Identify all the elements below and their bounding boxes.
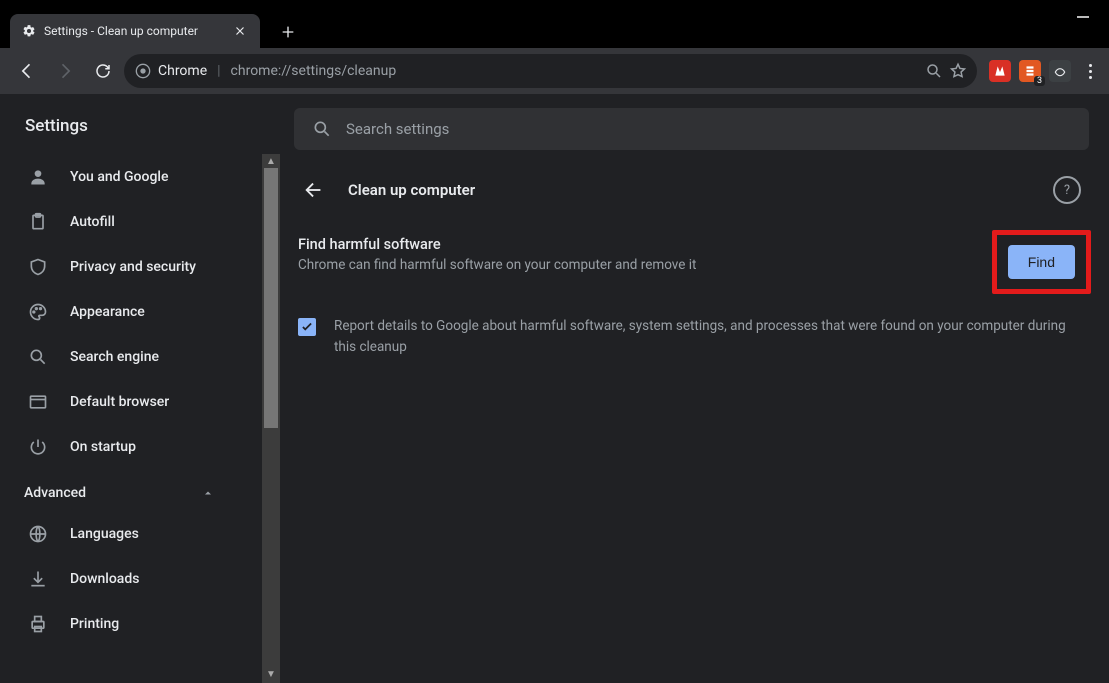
sidebar-item-printing[interactable]: Printing [0, 601, 262, 646]
sidebar-title: Settings [0, 94, 280, 154]
sidebar-item-on-startup[interactable]: On startup [0, 424, 262, 469]
sidebar-item-you-and-google[interactable]: You and Google [0, 154, 262, 199]
omnibox-url: chrome://settings/cleanup [231, 63, 397, 79]
sidebar-item-label: Printing [70, 616, 119, 632]
help-button[interactable]: ? [1053, 176, 1081, 204]
settings-app: Settings You and Google Autofill [0, 94, 1109, 683]
find-button-highlight: Find [992, 230, 1091, 294]
globe-icon [28, 524, 48, 544]
tab-close-button[interactable] [232, 23, 248, 39]
browser-icon [28, 392, 48, 412]
page-back-button[interactable] [300, 176, 328, 204]
bookmark-star-icon[interactable] [949, 62, 967, 80]
settings-search-input[interactable]: Search settings [294, 108, 1089, 150]
nav-reload-button[interactable] [86, 54, 120, 88]
sidebar-item-label: Search engine [70, 349, 159, 365]
download-icon [28, 569, 48, 589]
nav-forward-button[interactable] [48, 54, 82, 88]
sidebar-item-label: Privacy and security [70, 259, 196, 275]
settings-sidebar: Settings You and Google Autofill [0, 94, 280, 683]
find-heading: Find harmful software [298, 236, 974, 253]
page-title: Clean up computer [348, 181, 1033, 199]
printer-icon [28, 614, 48, 634]
sidebar-item-label: Default browser [70, 394, 169, 410]
sidebar-item-downloads[interactable]: Downloads [0, 556, 262, 601]
shield-icon [28, 257, 48, 277]
report-label: Report details to Google about harmful s… [334, 316, 1091, 358]
nav-back-button[interactable] [10, 54, 44, 88]
omnibox-scheme: Chrome [158, 63, 207, 79]
settings-main: Search settings Clean up computer ? Find… [280, 94, 1109, 683]
search-icon [28, 347, 48, 367]
sidebar-item-languages[interactable]: Languages [0, 511, 262, 556]
find-description: Chrome can find harmful software on your… [298, 257, 974, 273]
report-checkbox[interactable] [298, 318, 316, 336]
search-placeholder: Search settings [346, 120, 449, 138]
extension-badge: 3 [1034, 76, 1045, 86]
scrollbar-thumb[interactable] [264, 168, 278, 428]
sidebar-item-label: Appearance [70, 304, 145, 320]
omnibox-separator: | [217, 63, 220, 79]
sidebar-item-autofill[interactable]: Autofill [0, 199, 262, 244]
person-icon [28, 167, 48, 187]
find-button[interactable]: Find [1008, 245, 1075, 279]
power-icon [28, 437, 48, 457]
zoom-icon[interactable] [925, 62, 943, 80]
browser-toolbar: Chrome | chrome://settings/cleanup 3 [0, 48, 1109, 94]
sidebar-item-label: Autofill [70, 214, 115, 230]
question-icon: ? [1064, 183, 1070, 198]
extension-3-icon[interactable] [1049, 60, 1071, 82]
chevron-up-icon [202, 487, 214, 499]
sidebar-item-appearance[interactable]: Appearance [0, 289, 262, 334]
extension-1-icon[interactable] [989, 60, 1011, 82]
window-minimize-button[interactable] [1077, 16, 1089, 18]
browser-menu-button[interactable] [1081, 64, 1099, 79]
window-titlebar [0, 0, 1109, 8]
sidebar-advanced-toggle[interactable]: Advanced [0, 469, 262, 511]
sidebar-item-label: On startup [70, 439, 136, 455]
sidebar-item-search-engine[interactable]: Search engine [0, 334, 262, 379]
browser-tab[interactable]: Settings - Clean up computer [10, 14, 260, 48]
sidebar-item-label: Languages [70, 526, 139, 542]
advanced-label: Advanced [24, 485, 86, 501]
sidebar-item-privacy[interactable]: Privacy and security [0, 244, 262, 289]
search-icon [312, 119, 332, 139]
sidebar-item-label: Downloads [70, 571, 139, 587]
new-tab-button[interactable] [274, 18, 302, 46]
extension-2-icon[interactable]: 3 [1019, 60, 1041, 82]
sidebar-scrollbar[interactable]: ▲ ▼ [262, 154, 280, 683]
scroll-up-icon[interactable]: ▲ [265, 156, 277, 168]
sidebar-item-default-browser[interactable]: Default browser [0, 379, 262, 424]
gear-icon [22, 24, 36, 38]
clipboard-icon [28, 212, 48, 232]
extension-icons: 3 [989, 60, 1071, 82]
tab-strip: Settings - Clean up computer [0, 8, 1109, 48]
palette-icon [28, 302, 48, 322]
chrome-icon [134, 62, 152, 80]
scroll-down-icon[interactable]: ▼ [265, 669, 277, 681]
sidebar-item-label: You and Google [70, 169, 168, 185]
tab-title: Settings - Clean up computer [44, 24, 198, 38]
omnibox[interactable]: Chrome | chrome://settings/cleanup [124, 54, 977, 88]
